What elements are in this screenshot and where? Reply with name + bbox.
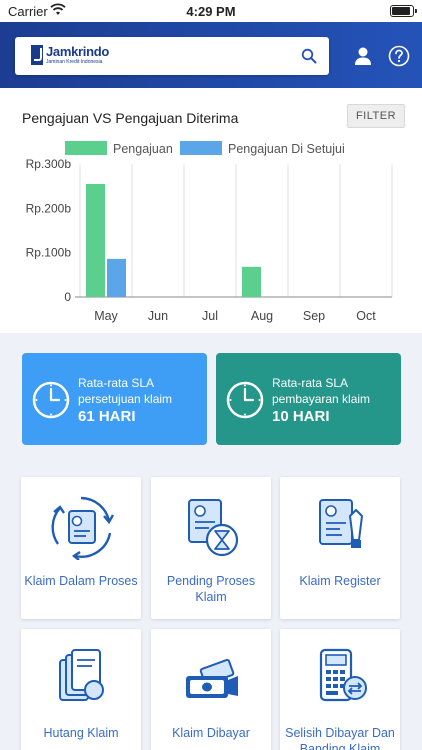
menu-tile-klaim-dibayar[interactable]: Klaim Dibayar — [151, 629, 271, 750]
clock-time: 4:29 PM — [186, 4, 236, 19]
sla-approval-value: 61 HARI — [78, 408, 136, 425]
legend-label: Pengajuan — [113, 142, 173, 156]
x-tick-label: Oct — [356, 309, 376, 323]
x-tick-label: Sep — [303, 309, 325, 323]
menu-tile-hutang-klaim[interactable]: Hutang Klaim — [21, 629, 141, 750]
search-icon[interactable] — [301, 48, 317, 64]
x-tick-label: May — [94, 309, 118, 323]
menu-label: Selisih Dibayar Dan Banding Klaim — [285, 726, 395, 750]
bar-disetujui — [107, 258, 126, 297]
menu-label: Klaim Register — [299, 574, 381, 588]
logo-mark-icon — [31, 45, 43, 65]
pending-claim-icon — [188, 499, 239, 557]
menu-tile-pending-proses-klaim[interactable]: Pending Proses Klaim — [151, 477, 271, 619]
clock-icon — [32, 381, 70, 419]
claim-register-icon — [319, 499, 363, 548]
sla-payment-value: 10 HARI — [272, 408, 330, 425]
battery-icon — [390, 5, 417, 17]
bar-chart: 0 Rp.100b Rp.200b Rp.300b May Jun Jul Aug Sep Oct… — [26, 141, 393, 323]
status-bar: Carrier 4:29 PM — [0, 0, 422, 22]
y-tick-label: 0 — [64, 290, 71, 304]
menu-label: Pending Proses Klaim — [166, 574, 256, 604]
legend-label: Pengajuan Di Setujui — [228, 142, 345, 156]
menu-label: Klaim Dibayar — [172, 726, 250, 740]
menu-tile-klaim-dalam-proses[interactable]: Klaim Dalam Proses — [21, 477, 141, 619]
help-icon[interactable] — [388, 45, 410, 67]
user-icon[interactable] — [352, 45, 374, 67]
sla-payment-line2: pembayaran klaim — [272, 392, 371, 406]
y-tick-label: Rp.200b — [26, 201, 72, 215]
claim-difference-icon — [319, 648, 367, 702]
jamkrindo-logo: Jamkrindo Jaminan Kredit Indonesia — [31, 44, 121, 67]
x-tick-label: Aug — [251, 309, 273, 323]
search-bar[interactable]: Jamkrindo Jaminan Kredit Indonesia — [15, 37, 329, 75]
sla-approval-card[interactable]: Rata-rata SLA persetujuan klaim 61 HARI — [22, 353, 207, 445]
logo-tagline: Jaminan Kredit Indonesia — [46, 59, 103, 65]
sla-payment-card[interactable]: Rata-rata SLA pembayaran klaim 10 HARI — [216, 353, 401, 445]
y-tick-label: Rp.100b — [26, 246, 72, 260]
claim-debt-icon — [59, 649, 104, 701]
chart-card: Pengajuan VS Pengajuan Diterima FILTER 0… — [0, 88, 422, 333]
legend-swatch — [180, 141, 222, 155]
claim-in-process-icon — [51, 496, 114, 560]
logo-name: Jamkrindo — [46, 44, 110, 59]
menu-label: Klaim Dalam Proses — [24, 574, 138, 588]
sla-approval-line2: persetujuan klaim — [78, 392, 173, 406]
sla-payment-line1: Rata-rata SLA — [272, 376, 349, 390]
legend-swatch — [65, 141, 107, 155]
x-tick-label: Jul — [202, 309, 218, 323]
app-header: Jamkrindo Jaminan Kredit Indonesia — [0, 22, 422, 88]
sla-approval-line1: Rata-rata SLA — [78, 376, 155, 390]
x-tick-label: Jun — [148, 309, 168, 323]
clock-icon — [226, 381, 264, 419]
menu-tile-selisih-dibayar[interactable]: Selisih Dibayar Dan Banding Klaim — [280, 629, 400, 750]
claim-paid-icon — [186, 658, 238, 698]
menu-tile-klaim-register[interactable]: Klaim Register — [280, 477, 400, 619]
menu-label: Hutang Klaim — [43, 726, 119, 740]
y-tick-label: Rp.300b — [26, 157, 72, 171]
bar-pengajuan — [86, 183, 105, 297]
bar-pengajuan — [242, 266, 261, 297]
